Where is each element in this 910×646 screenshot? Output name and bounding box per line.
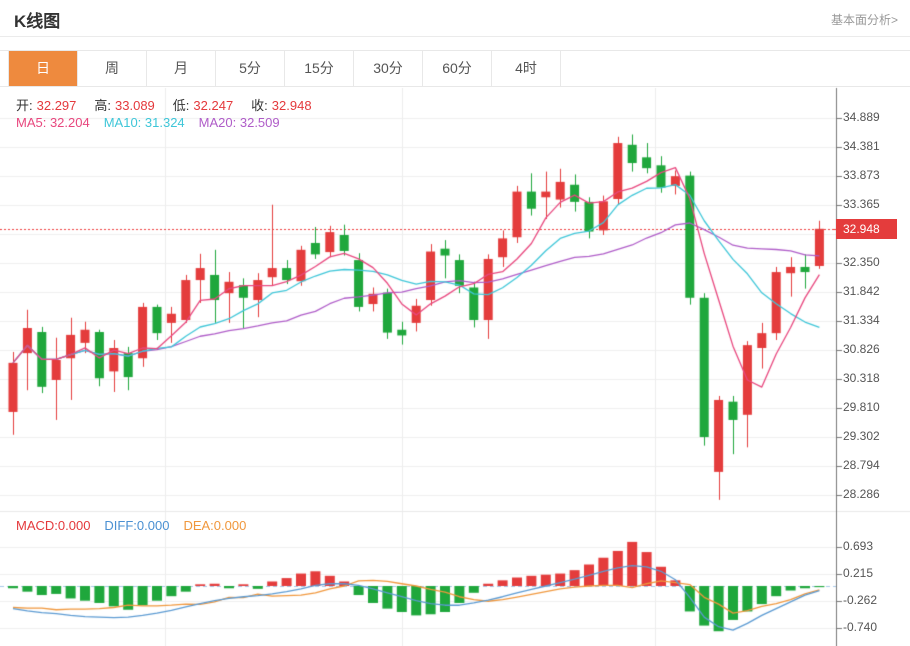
- price-tick-label: 29.810: [843, 400, 907, 414]
- ma-legend-item: MA20: 32.509: [199, 115, 280, 130]
- macd-tick-label: 0.693: [843, 539, 907, 553]
- macd-legend-item: DIFF:0.000: [104, 518, 169, 533]
- price-tick-label: 28.794: [843, 458, 907, 472]
- price-tick-label: 31.842: [843, 284, 907, 298]
- price-tick-label: 31.334: [843, 313, 907, 327]
- price-tick-label: 29.302: [843, 429, 907, 443]
- price-tick-label: 28.286: [843, 487, 907, 501]
- price-tick-label: 32.350: [843, 255, 907, 269]
- ohlc-label: 高:: [94, 98, 111, 113]
- ma-legend-item: MA5: 32.204: [16, 115, 90, 130]
- ohlc-value: 32.247: [193, 98, 233, 113]
- tab-4hour[interactable]: 4时: [492, 51, 561, 86]
- ma-legend-item: MA10: 31.324: [104, 115, 185, 130]
- chart-plot-area[interactable]: [0, 88, 836, 646]
- period-tab-bar: 日周月5分15分30分60分4时: [0, 50, 910, 87]
- ohlc-item: 低:32.247: [173, 95, 237, 114]
- macd-tick-label: -0.740: [843, 620, 907, 634]
- price-tick-label: 34.889: [843, 110, 907, 124]
- ohlc-value: 32.297: [37, 98, 77, 113]
- ohlc-label: 收:: [251, 98, 268, 113]
- page-title: K线图: [14, 7, 60, 32]
- price-tick-label: 30.318: [843, 371, 907, 385]
- tab-week[interactable]: 周: [78, 51, 147, 86]
- fundamental-analysis-link[interactable]: 基本面分析>: [831, 11, 898, 28]
- price-tick-label: 33.873: [843, 168, 907, 182]
- macd-legend: MACD:0.000 DIFF:0.000 DEA:0.000: [16, 518, 260, 533]
- ohlc-value: 32.948: [272, 98, 312, 113]
- price-tick-label: 34.381: [843, 139, 907, 153]
- price-tick-label: 30.826: [843, 342, 907, 356]
- header-divider: [0, 36, 910, 37]
- tab-60min[interactable]: 60分: [423, 51, 492, 86]
- tab-bar-left-pad: [0, 51, 9, 86]
- kline-page: K线图 基本面分析> 日周月5分15分30分60分4时 开: 32.297 高: 33…: [0, 0, 910, 646]
- tab-day[interactable]: 日: [9, 51, 78, 86]
- tab-30min[interactable]: 30分: [354, 51, 423, 86]
- ohlc-item: 开: 32.297: [16, 95, 80, 114]
- ohlc-label: 开:: [16, 98, 33, 113]
- ohlc-label: 低:: [173, 98, 190, 113]
- price-tick-label: 33.365: [843, 197, 907, 211]
- ohlc-legend: 开: 32.297 高: 33.089 低:32.247 收: 32.948: [16, 95, 330, 114]
- tab-15min[interactable]: 15分: [285, 51, 354, 86]
- tab-5min[interactable]: 5分: [216, 51, 285, 86]
- ohlc-item: 高: 33.089: [94, 95, 158, 114]
- ohlc-value: 33.089: [115, 98, 155, 113]
- ma-legend: MA5: 32.204 MA10: 31.324 MA20: 32.509: [16, 115, 294, 130]
- tab-month[interactable]: 月: [147, 51, 216, 86]
- macd-tick-label: -0.262: [843, 593, 907, 607]
- macd-legend-item: MACD:0.000: [16, 518, 90, 533]
- ohlc-item: 收: 32.948: [251, 95, 315, 114]
- macd-legend-item: DEA:0.000: [183, 518, 246, 533]
- current-price-badge: 32.948: [836, 219, 897, 239]
- macd-tick-label: 0.215: [843, 566, 907, 580]
